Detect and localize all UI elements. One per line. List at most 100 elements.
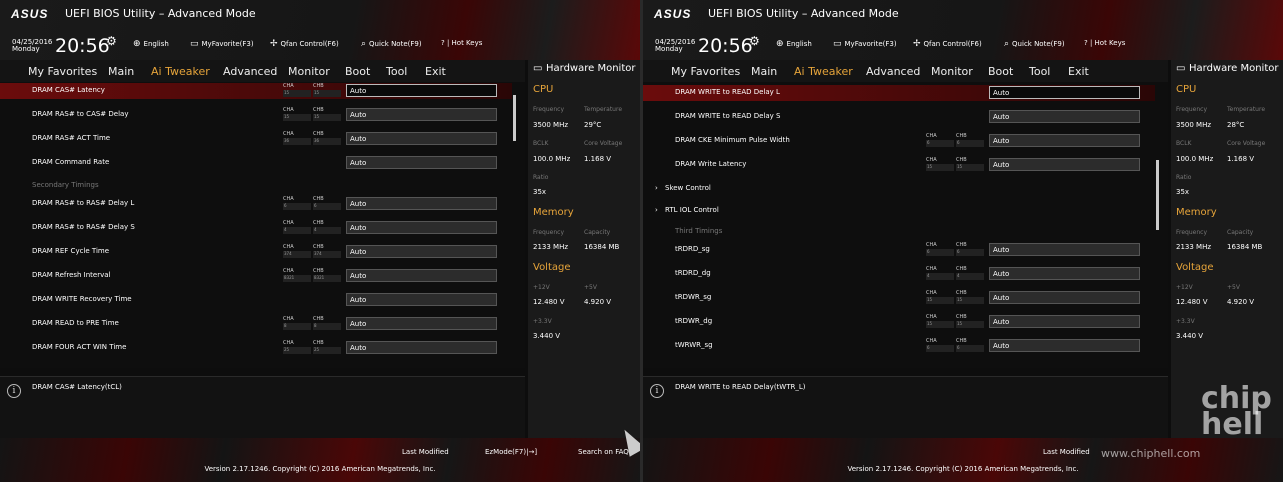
tab-tool[interactable]: Tool xyxy=(386,65,407,78)
setting-row[interactable]: DRAM WRITE Recovery Time Auto xyxy=(0,292,512,308)
language-button[interactable]: ⊕ English xyxy=(776,39,812,49)
channel-label: CHB xyxy=(956,290,967,296)
setting-row[interactable]: tRDRD_sg CHA 6 CHB 6 Auto xyxy=(643,242,1155,258)
value-field[interactable]: Auto xyxy=(989,291,1140,304)
tab-main[interactable]: Main xyxy=(108,65,134,78)
value-field[interactable]: Auto xyxy=(989,339,1140,352)
setting-row[interactable]: DRAM WRITE to READ Delay S Auto xyxy=(643,109,1155,125)
gear-icon[interactable]: ⚙ xyxy=(749,34,760,48)
quick-note-button[interactable]: ⌕ Quick Note(F9) xyxy=(361,39,422,49)
channel-a-readout: CHA 8 xyxy=(283,316,311,330)
setting-row[interactable]: DRAM RAS# to CAS# Delay CHA 15 CHB 15 Auto xyxy=(0,107,512,123)
hot-keys-button[interactable]: ? | Hot Keys xyxy=(1084,39,1125,47)
tab-exit[interactable]: Exit xyxy=(425,65,446,78)
value-field[interactable]: Auto xyxy=(989,134,1140,147)
value-field[interactable]: Auto xyxy=(989,315,1140,328)
tab-ai-tweaker[interactable]: Ai Tweaker xyxy=(794,65,853,78)
value-field[interactable]: Auto xyxy=(346,197,497,210)
label: +3.3V xyxy=(1176,318,1195,325)
scrollbar[interactable] xyxy=(513,95,516,141)
tab-ai-tweaker[interactable]: Ai Tweaker xyxy=(151,65,210,78)
quick-note-button[interactable]: ⌕ Quick Note(F9) xyxy=(1004,39,1065,49)
setting-label: tRDWR_sg xyxy=(675,293,712,301)
setting-label: DRAM RAS# to CAS# Delay xyxy=(32,110,129,118)
setting-label: DRAM WRITE to READ Delay L xyxy=(675,88,780,96)
value-field[interactable]: Auto xyxy=(989,110,1140,123)
setting-label: tWRWR_sg xyxy=(675,341,713,349)
value-field[interactable]: Auto xyxy=(346,221,497,234)
channel-value: 15 xyxy=(283,90,311,97)
section-voltage: Voltage xyxy=(533,262,571,273)
channel-value: 15 xyxy=(956,297,984,304)
setting-row[interactable]: DRAM WRITE to READ Delay L Auto xyxy=(643,85,1155,101)
setting-row[interactable]: DRAM Refresh Interval CHA 8321 CHB 8321 Auto xyxy=(0,268,512,284)
setting-label: DRAM RAS# to RAS# Delay L xyxy=(32,199,135,207)
channel-b-readout: CHB 8 xyxy=(313,316,341,330)
value-field[interactable]: Auto xyxy=(346,108,497,121)
value-field[interactable]: Auto xyxy=(346,156,497,169)
value-field[interactable]: Auto xyxy=(346,317,497,330)
value-field[interactable]: Auto xyxy=(346,341,497,354)
memory-capacity: 16384 MB xyxy=(584,243,620,251)
setting-row[interactable]: tWRWR_sg CHA 6 CHB 6 Auto xyxy=(643,338,1155,354)
value-field[interactable]: Auto xyxy=(346,84,497,97)
value-field[interactable]: Auto xyxy=(989,267,1140,280)
tab-boot[interactable]: Boot xyxy=(988,65,1013,78)
submenu-item[interactable]: Skew Control › xyxy=(643,181,1155,197)
channel-b-readout: CHB 6 xyxy=(956,242,984,256)
monitor-title: Hardware Monitor xyxy=(546,63,636,74)
setting-label: RTL IOL Control xyxy=(665,206,719,214)
setting-row[interactable]: DRAM RAS# to RAS# Delay L CHA 6 CHB 6 Auto xyxy=(0,196,512,212)
help-text: DRAM CAS# Latency(tCL) xyxy=(32,383,122,391)
myfavorite-button[interactable]: ▭ MyFavorite(F3) xyxy=(833,39,897,49)
hot-keys-button[interactable]: ? | Hot Keys xyxy=(441,39,482,47)
setting-row[interactable]: DRAM READ to PRE Time CHA 8 CHB 8 Auto xyxy=(0,316,512,332)
tab-tool[interactable]: Tool xyxy=(1029,65,1050,78)
search-faq-button[interactable]: Search on FAQ xyxy=(578,448,629,456)
setting-row[interactable]: DRAM RAS# to RAS# Delay S CHA 4 CHB 4 Auto xyxy=(0,220,512,236)
channel-label: CHA xyxy=(283,196,294,202)
setting-row[interactable]: DRAM REF Cycle Time CHA 374 CHB 374 Auto xyxy=(0,244,512,260)
setting-row[interactable]: tRDRD_dg CHA 4 CHB 4 Auto xyxy=(643,266,1155,282)
tab-advanced[interactable]: Advanced xyxy=(223,65,277,78)
language-button[interactable]: ⊕ English xyxy=(133,39,169,49)
last-modified-button[interactable]: Last Modified xyxy=(1043,448,1090,456)
tab-exit[interactable]: Exit xyxy=(1068,65,1089,78)
last-modified-button[interactable]: Last Modified xyxy=(402,448,449,456)
value-field[interactable]: Auto xyxy=(989,86,1140,99)
setting-row[interactable]: tRDWR_sg CHA 15 CHB 15 Auto xyxy=(643,290,1155,306)
myfavorite-button[interactable]: ▭ MyFavorite(F3) xyxy=(190,39,254,49)
value-field[interactable]: Auto xyxy=(346,132,497,145)
search-icon: ⌕ xyxy=(361,39,367,49)
tab-monitor[interactable]: Monitor xyxy=(288,65,330,78)
scrollbar[interactable] xyxy=(1156,160,1159,230)
qfan-button[interactable]: ✢ Qfan Control(F6) xyxy=(270,39,339,49)
tab-boot[interactable]: Boot xyxy=(345,65,370,78)
setting-row[interactable]: DRAM CAS# Latency CHA 15 CHB 15 Auto xyxy=(0,83,512,99)
channel-value: 25 xyxy=(313,347,341,354)
tab-my-favorites[interactable]: My Favorites xyxy=(671,65,740,78)
tab-main[interactable]: Main xyxy=(751,65,777,78)
tab-advanced[interactable]: Advanced xyxy=(866,65,920,78)
ezmode-button[interactable]: EzMode(F7)|→] xyxy=(485,448,537,456)
submenu-item[interactable]: RTL IOL Control › xyxy=(643,203,1155,219)
value-field[interactable]: Auto xyxy=(346,245,497,258)
setting-row[interactable]: DRAM RAS# ACT Time CHA 36 CHB 36 Auto xyxy=(0,131,512,147)
value-field[interactable]: Auto xyxy=(346,293,497,306)
tab-my-favorites[interactable]: My Favorites xyxy=(28,65,97,78)
setting-row[interactable]: DRAM Write Latency CHA 15 CHB 15 Auto xyxy=(643,157,1155,173)
footer-bar: Last Modified EzMode(F7)|→] Search on FA… xyxy=(0,438,640,482)
setting-row[interactable]: DRAM CKE Minimum Pulse Width CHA 6 CHB 6 Auto xyxy=(643,133,1155,149)
setting-row[interactable]: DRAM FOUR ACT WIN Time CHA 25 CHB 25 Auto xyxy=(0,340,512,356)
value-field[interactable]: Auto xyxy=(989,158,1140,171)
value-field[interactable]: Auto xyxy=(989,243,1140,256)
setting-label: DRAM Refresh Interval xyxy=(32,271,111,279)
gear-icon[interactable]: ⚙ xyxy=(106,34,117,48)
channel-b-readout: CHB 15 xyxy=(956,290,984,304)
setting-row[interactable]: DRAM Command Rate Auto xyxy=(0,155,512,171)
cpu-temperature: 28°C xyxy=(1227,121,1245,129)
qfan-button[interactable]: ✢ Qfan Control(F6) xyxy=(913,39,982,49)
value-field[interactable]: Auto xyxy=(346,269,497,282)
setting-row[interactable]: tRDWR_dg CHA 15 CHB 15 Auto xyxy=(643,314,1155,330)
tab-monitor[interactable]: Monitor xyxy=(931,65,973,78)
